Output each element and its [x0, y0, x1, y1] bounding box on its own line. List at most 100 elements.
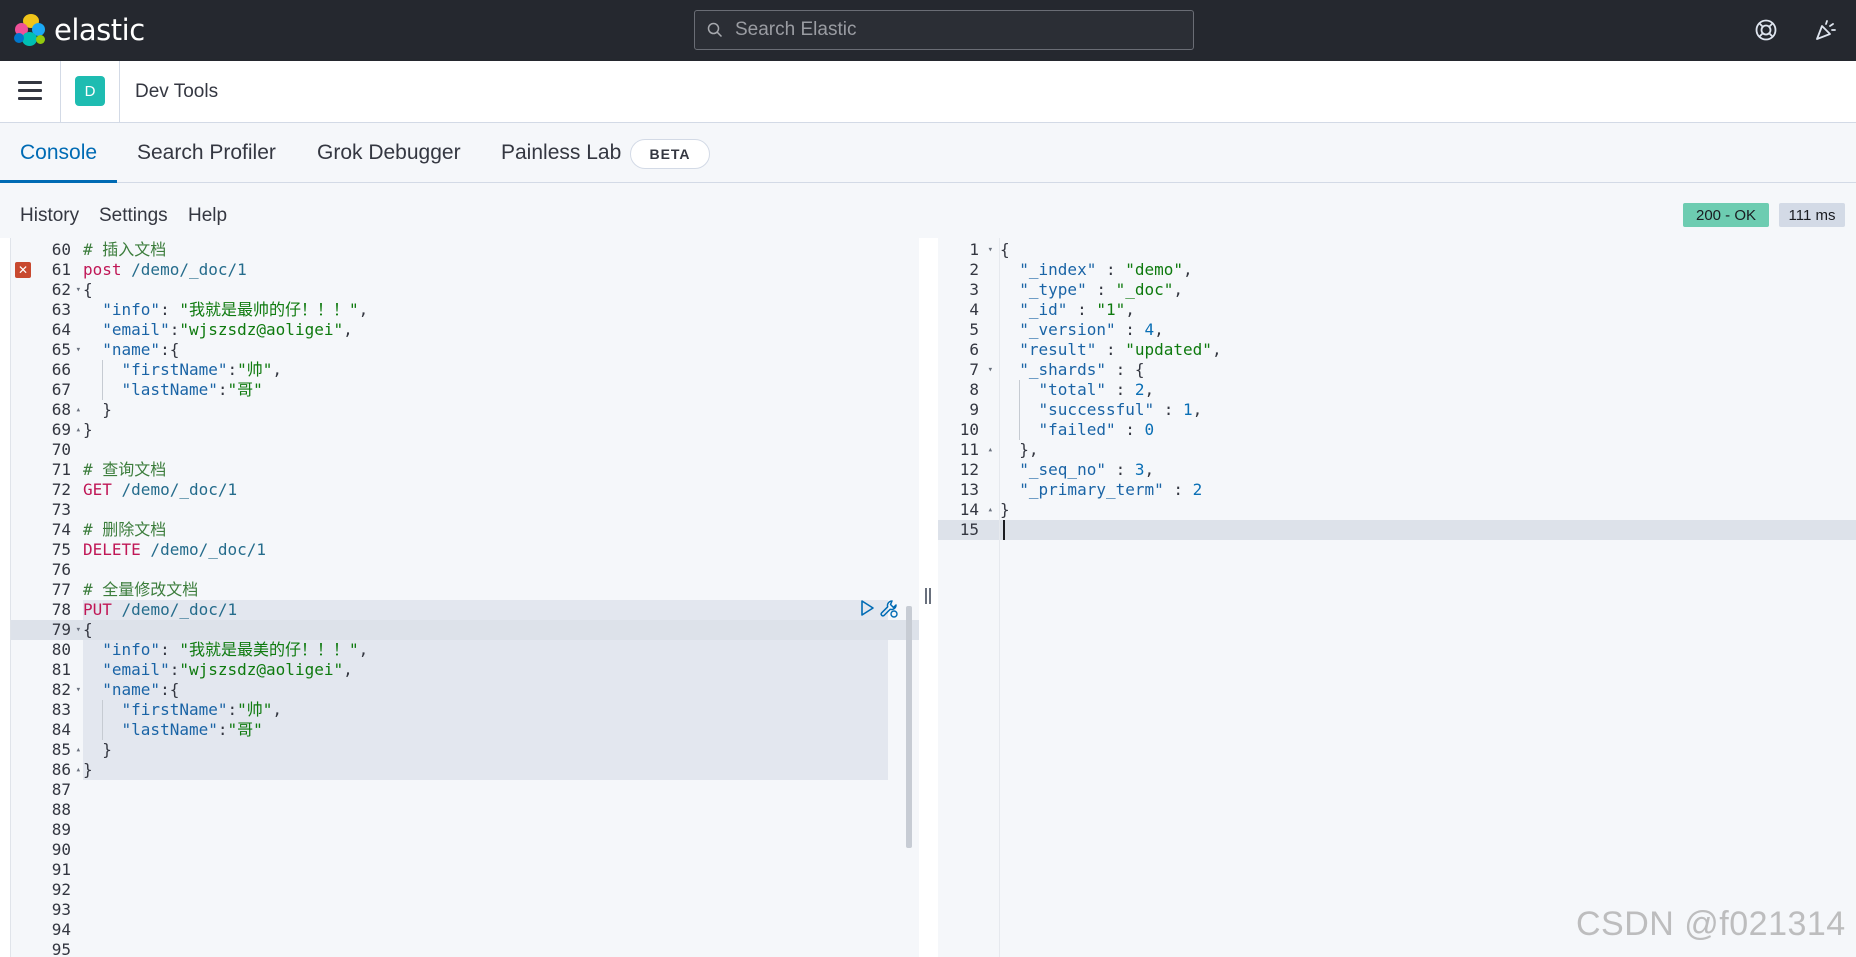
history-link[interactable]: History — [20, 205, 79, 227]
fold-up-icon[interactable]: ▴ — [988, 500, 993, 520]
line-number: 11 — [959, 440, 979, 459]
code-token: "_primary_term" — [1019, 480, 1164, 499]
line-number: 3 — [969, 280, 979, 299]
wrench-icon[interactable] — [879, 599, 898, 618]
request-editor[interactable]: ✕ 60 61 62 ▾ 63 64 65 ▾ 66 67 68 ▴ 69 ▴ 70 71 72 73 74 75 76… — [10, 238, 919, 957]
newsfeed-icon[interactable] — [1814, 18, 1838, 42]
text-cursor — [1003, 520, 1005, 540]
fold-down-icon[interactable]: ▾ — [988, 360, 993, 380]
menu-icon[interactable] — [18, 81, 42, 101]
fold-up-icon[interactable]: ▴ — [76, 740, 81, 760]
line-number: 85 — [51, 740, 71, 759]
code-token: } — [1000, 500, 1010, 519]
code-token: , — [358, 640, 369, 659]
line-number: 77 — [51, 580, 71, 599]
page-title[interactable]: Dev Tools — [135, 81, 218, 103]
fold-up-icon[interactable]: ▴ — [76, 760, 81, 780]
line-number: 9 — [969, 400, 979, 419]
code-token: # 插入文档 — [83, 240, 167, 259]
code-line: }, — [1000, 440, 1039, 460]
code-token: : — [1096, 340, 1126, 359]
pane-resize-handle[interactable] — [925, 588, 933, 604]
code-token: , — [1154, 320, 1164, 339]
code-token: DELETE — [83, 540, 141, 559]
code-line: } — [83, 760, 93, 780]
fold-down-icon[interactable]: ▾ — [76, 680, 81, 700]
divider — [60, 61, 61, 123]
code-token: "updated" — [1125, 340, 1212, 359]
code-token: : — [1105, 380, 1135, 399]
line-number: 95 — [51, 940, 71, 957]
sub-header: D Dev Tools — [0, 61, 1856, 123]
line-number: 71 — [51, 460, 71, 479]
code-token: "帅" — [237, 360, 273, 379]
code-token: } — [83, 740, 112, 759]
fold-down-icon[interactable]: ▾ — [988, 240, 993, 260]
tab-search-profiler[interactable]: Search Profiler — [137, 123, 276, 183]
tab-grok-debugger[interactable]: Grok Debugger — [317, 123, 461, 183]
editor-scrollbar[interactable] — [906, 606, 912, 848]
fold-up-icon[interactable]: ▴ — [76, 400, 81, 420]
code-token: : — [160, 640, 180, 659]
code-token: : — [169, 320, 180, 339]
code-token: }, — [1000, 440, 1039, 459]
code-token: "total" — [1038, 380, 1106, 399]
line-number: 86 — [51, 760, 71, 779]
line-number: 8 — [969, 380, 979, 399]
line-number: 79 — [51, 620, 71, 639]
fold-down-icon[interactable]: ▾ — [76, 620, 81, 640]
response-editor-content[interactable]: { "_index" : "demo", "_type" : "_doc", "… — [1000, 238, 1856, 957]
tab-bar: Console Search Profiler Grok Debugger Pa… — [0, 123, 1856, 183]
tab-console[interactable]: Console — [20, 123, 97, 183]
elastic-logo[interactable]: elastic — [14, 13, 145, 47]
code-token: "_version" — [1019, 320, 1116, 339]
code-token: } — [83, 420, 93, 439]
code-token: , — [1211, 340, 1222, 359]
global-search[interactable] — [694, 10, 1194, 50]
line-number: 13 — [959, 480, 979, 499]
space-avatar[interactable]: D — [75, 76, 105, 106]
code-line: { — [83, 280, 93, 300]
code-line: } — [1000, 500, 1010, 520]
code-token: : — [227, 360, 238, 379]
response-editor[interactable]: 1 ▾ 2 3 4 5 6 7 ▾ 8 9 10 11 ▴ 12 13 14 ▴ 15 { "_index" : "… — [938, 238, 1856, 957]
run-request-icon[interactable] — [858, 599, 876, 617]
code-token: , — [358, 300, 369, 319]
request-editor-content[interactable]: # 插入文档 post /demo/_doc/1{ "info": "我就是最帅的… — [83, 238, 919, 957]
line-number: 80 — [51, 640, 71, 659]
code-token: PUT — [83, 600, 112, 619]
tab-painless-lab[interactable]: Painless Lab — [501, 123, 621, 183]
help-link[interactable]: Help — [188, 205, 227, 227]
fold-down-icon[interactable]: ▾ — [76, 340, 81, 360]
fold-up-icon[interactable]: ▴ — [76, 420, 81, 440]
code-token: : { — [1105, 360, 1145, 379]
line-number: 68 — [51, 400, 71, 419]
code-token: : — [1086, 280, 1116, 299]
fold-down-icon[interactable]: ▾ — [76, 280, 81, 300]
code-token: "name" — [102, 680, 161, 699]
code-token: , — [272, 360, 283, 379]
help-lifebuoy-icon[interactable] — [1754, 18, 1778, 42]
line-number: 61 — [51, 260, 71, 279]
code-line: # 删除文档 — [83, 520, 166, 540]
code-token: "我就是最帅的仔！！！" — [179, 300, 359, 319]
settings-link[interactable]: Settings — [99, 205, 168, 227]
code-token: "帅" — [237, 700, 273, 719]
fold-up-icon[interactable]: ▴ — [988, 440, 993, 460]
line-number: 90 — [51, 840, 71, 859]
code-token: "_type" — [1019, 280, 1087, 299]
code-line: # 查询文档 — [83, 460, 166, 480]
search-input[interactable] — [735, 19, 1175, 41]
code-token: "lastName" — [121, 720, 218, 739]
code-token: # 查询文档 — [83, 460, 167, 479]
code-token: , — [1144, 460, 1155, 479]
error-icon[interactable]: ✕ — [15, 262, 31, 278]
code-token: /demo/_doc/1 — [121, 260, 247, 279]
code-line: } — [83, 420, 93, 440]
line-number: 82 — [51, 680, 71, 699]
line-number: 10 — [959, 420, 979, 439]
